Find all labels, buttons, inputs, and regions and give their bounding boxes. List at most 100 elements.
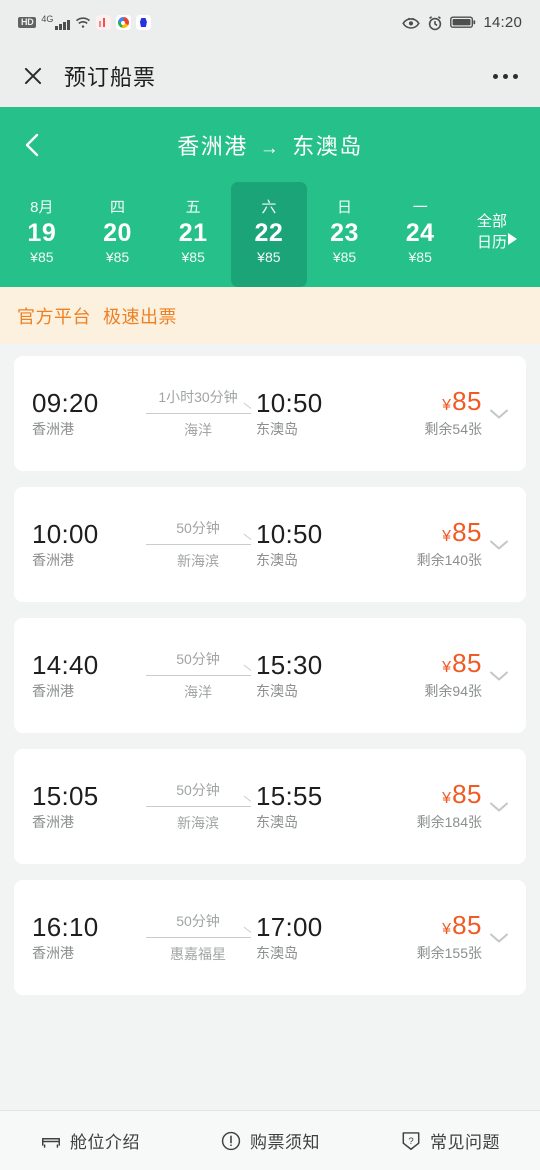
date-price: ¥85 bbox=[181, 249, 205, 266]
departure-block: 10:00 香洲港 bbox=[32, 520, 140, 569]
baidu-app-icon bbox=[135, 15, 151, 30]
route-title: 香洲港 → 东澳岛 bbox=[0, 129, 540, 161]
duration-label: 50分钟 bbox=[176, 782, 220, 798]
ship-name: 新海滨 bbox=[177, 553, 219, 569]
date-weekday: 六 bbox=[261, 198, 277, 216]
duration-block: 50分钟 海洋 bbox=[140, 649, 256, 702]
chevron-down-icon[interactable] bbox=[488, 801, 510, 813]
route-line-arrow-icon bbox=[145, 934, 251, 941]
chart-app-icon bbox=[95, 15, 111, 30]
price-block: ¥85 剩余54张 bbox=[364, 387, 482, 439]
route-origin: 香洲港 bbox=[177, 133, 248, 159]
ship-name: 惠嘉福星 bbox=[170, 946, 226, 962]
route-line-arrow-icon bbox=[145, 541, 251, 548]
price-block: ¥85 剩余184张 bbox=[364, 780, 482, 832]
signal-bars-icon: 4G bbox=[41, 15, 70, 30]
currency-symbol: ¥ bbox=[442, 789, 452, 807]
price-amount: ¥85 bbox=[442, 909, 482, 940]
price-block: ¥85 剩余94张 bbox=[364, 649, 482, 701]
chevron-down-icon[interactable] bbox=[488, 932, 510, 944]
date-day: 24 bbox=[405, 218, 435, 247]
date-day: 20 bbox=[103, 218, 132, 247]
chrome-app-icon bbox=[115, 15, 131, 30]
promo-tag-official: 官方平台 bbox=[17, 306, 91, 327]
more-options-icon[interactable] bbox=[493, 73, 518, 79]
arrival-block: 10:50 东澳岛 bbox=[256, 520, 364, 569]
duration-block: 1小时30分钟 海洋 bbox=[140, 387, 256, 440]
all-calendar-line1: 全部 bbox=[477, 213, 508, 231]
arrive-port: 东澳岛 bbox=[256, 814, 298, 831]
chevron-down-icon[interactable] bbox=[488, 670, 510, 682]
date-price: ¥85 bbox=[105, 249, 130, 266]
alarm-clock-icon bbox=[429, 15, 442, 30]
date-cell-0[interactable]: 8月 19 ¥85 bbox=[4, 182, 80, 287]
close-icon[interactable] bbox=[22, 65, 44, 87]
price-amount: ¥85 bbox=[442, 780, 482, 808]
schedule-card-0[interactable]: 09:20 香洲港 1小时30分钟 海洋 10:50 东澳岛 ¥85 剩余54张 bbox=[14, 356, 526, 471]
date-day: 19 bbox=[27, 218, 57, 247]
price-value: 85 bbox=[452, 909, 482, 940]
arrive-time: 15:55 bbox=[256, 780, 323, 811]
schedule-card-4[interactable]: 16:10 香洲港 50分钟 惠嘉福星 17:00 东澳岛 ¥85 剩余155张 bbox=[14, 880, 526, 995]
duration-label: 50分钟 bbox=[176, 520, 220, 536]
date-cell-5[interactable]: 一 24 ¥85 bbox=[382, 182, 458, 287]
route-line-arrow-icon bbox=[145, 672, 251, 679]
schedule-card-1[interactable]: 10:00 香洲港 50分钟 新海滨 10:50 东澳岛 ¥85 剩余140张 bbox=[14, 487, 526, 602]
price-value: 85 bbox=[452, 516, 482, 547]
page-title: 预订船票 bbox=[64, 65, 157, 90]
depart-time: 14:40 bbox=[32, 649, 99, 680]
exclamation-circle-icon bbox=[221, 1131, 241, 1150]
currency-symbol: ¥ bbox=[442, 920, 452, 938]
depart-port: 香洲港 bbox=[32, 683, 74, 700]
date-selector: 8月 19 ¥85 四 20 ¥85 五 21 ¥85 六 22 ¥85 日 2 bbox=[0, 182, 540, 287]
footer-item-purchase-notice[interactable]: 购票须知 bbox=[180, 1128, 360, 1153]
ship-name: 新海滨 bbox=[177, 815, 219, 831]
price-amount: ¥85 bbox=[442, 649, 482, 677]
date-weekday: 五 bbox=[185, 198, 201, 216]
price-amount: ¥85 bbox=[442, 516, 482, 547]
arrive-time: 10:50 bbox=[256, 387, 323, 418]
eye-care-icon bbox=[402, 17, 421, 29]
ship-name: 海洋 bbox=[184, 684, 212, 700]
question-shield-icon: ? bbox=[402, 1131, 420, 1150]
depart-time: 10:00 bbox=[32, 518, 99, 549]
chevron-down-icon[interactable] bbox=[488, 539, 510, 551]
depart-port: 香洲港 bbox=[32, 814, 74, 831]
arrive-port: 东澳岛 bbox=[256, 421, 298, 438]
back-chevron-icon[interactable] bbox=[20, 132, 46, 158]
arrival-block: 10:50 东澳岛 bbox=[256, 389, 364, 438]
hd-badge: HD bbox=[18, 16, 37, 29]
chevron-down-icon[interactable] bbox=[488, 408, 510, 420]
all-calendar-button[interactable]: 全部 日历 bbox=[458, 182, 536, 287]
duration-block: 50分钟 新海滨 bbox=[140, 780, 256, 833]
price-amount: ¥85 bbox=[442, 387, 482, 415]
ship-name: 海洋 bbox=[184, 422, 212, 438]
date-weekday: 四 bbox=[110, 198, 126, 216]
footer-item-cabin-intro[interactable]: 舱位介绍 bbox=[0, 1128, 180, 1153]
date-price: ¥85 bbox=[257, 249, 281, 266]
footer-item-faq[interactable]: ? 常见问题 bbox=[360, 1128, 540, 1153]
seats-left: 剩余184张 bbox=[416, 814, 482, 831]
depart-port: 香洲港 bbox=[32, 945, 74, 962]
date-cell-4[interactable]: 日 23 ¥85 bbox=[307, 182, 383, 287]
price-block: ¥85 剩余155张 bbox=[364, 909, 482, 963]
route-row: 香洲港 → 东澳岛 bbox=[0, 107, 540, 182]
network-type-label: 4G bbox=[41, 14, 54, 24]
schedule-card-2[interactable]: 14:40 香洲港 50分钟 海洋 15:30 东澳岛 ¥85 剩余94张 bbox=[14, 618, 526, 733]
seats-left: 剩余140张 bbox=[416, 552, 482, 569]
arrival-block: 17:00 东澳岛 bbox=[256, 913, 364, 962]
date-cell-1[interactable]: 四 20 ¥85 bbox=[80, 182, 156, 287]
arrive-time: 15:30 bbox=[256, 649, 323, 680]
duration-label: 50分钟 bbox=[176, 913, 220, 929]
date-cell-2[interactable]: 五 21 ¥85 bbox=[155, 182, 231, 287]
promo-tag-fast: 极速出票 bbox=[103, 306, 177, 327]
depart-port: 香洲港 bbox=[32, 421, 74, 438]
schedule-card-3[interactable]: 15:05 香洲港 50分钟 新海滨 15:55 东澳岛 ¥85 剩余184张 bbox=[14, 749, 526, 864]
currency-symbol: ¥ bbox=[442, 396, 452, 414]
arrive-port: 东澳岛 bbox=[256, 945, 298, 962]
arrive-port: 东澳岛 bbox=[256, 552, 298, 569]
depart-time: 15:05 bbox=[32, 780, 99, 811]
date-cell-3-selected[interactable]: 六 22 ¥85 bbox=[231, 182, 307, 287]
date-weekday: 8月 bbox=[30, 198, 54, 216]
status-bar-right: 14:20 bbox=[402, 14, 522, 31]
